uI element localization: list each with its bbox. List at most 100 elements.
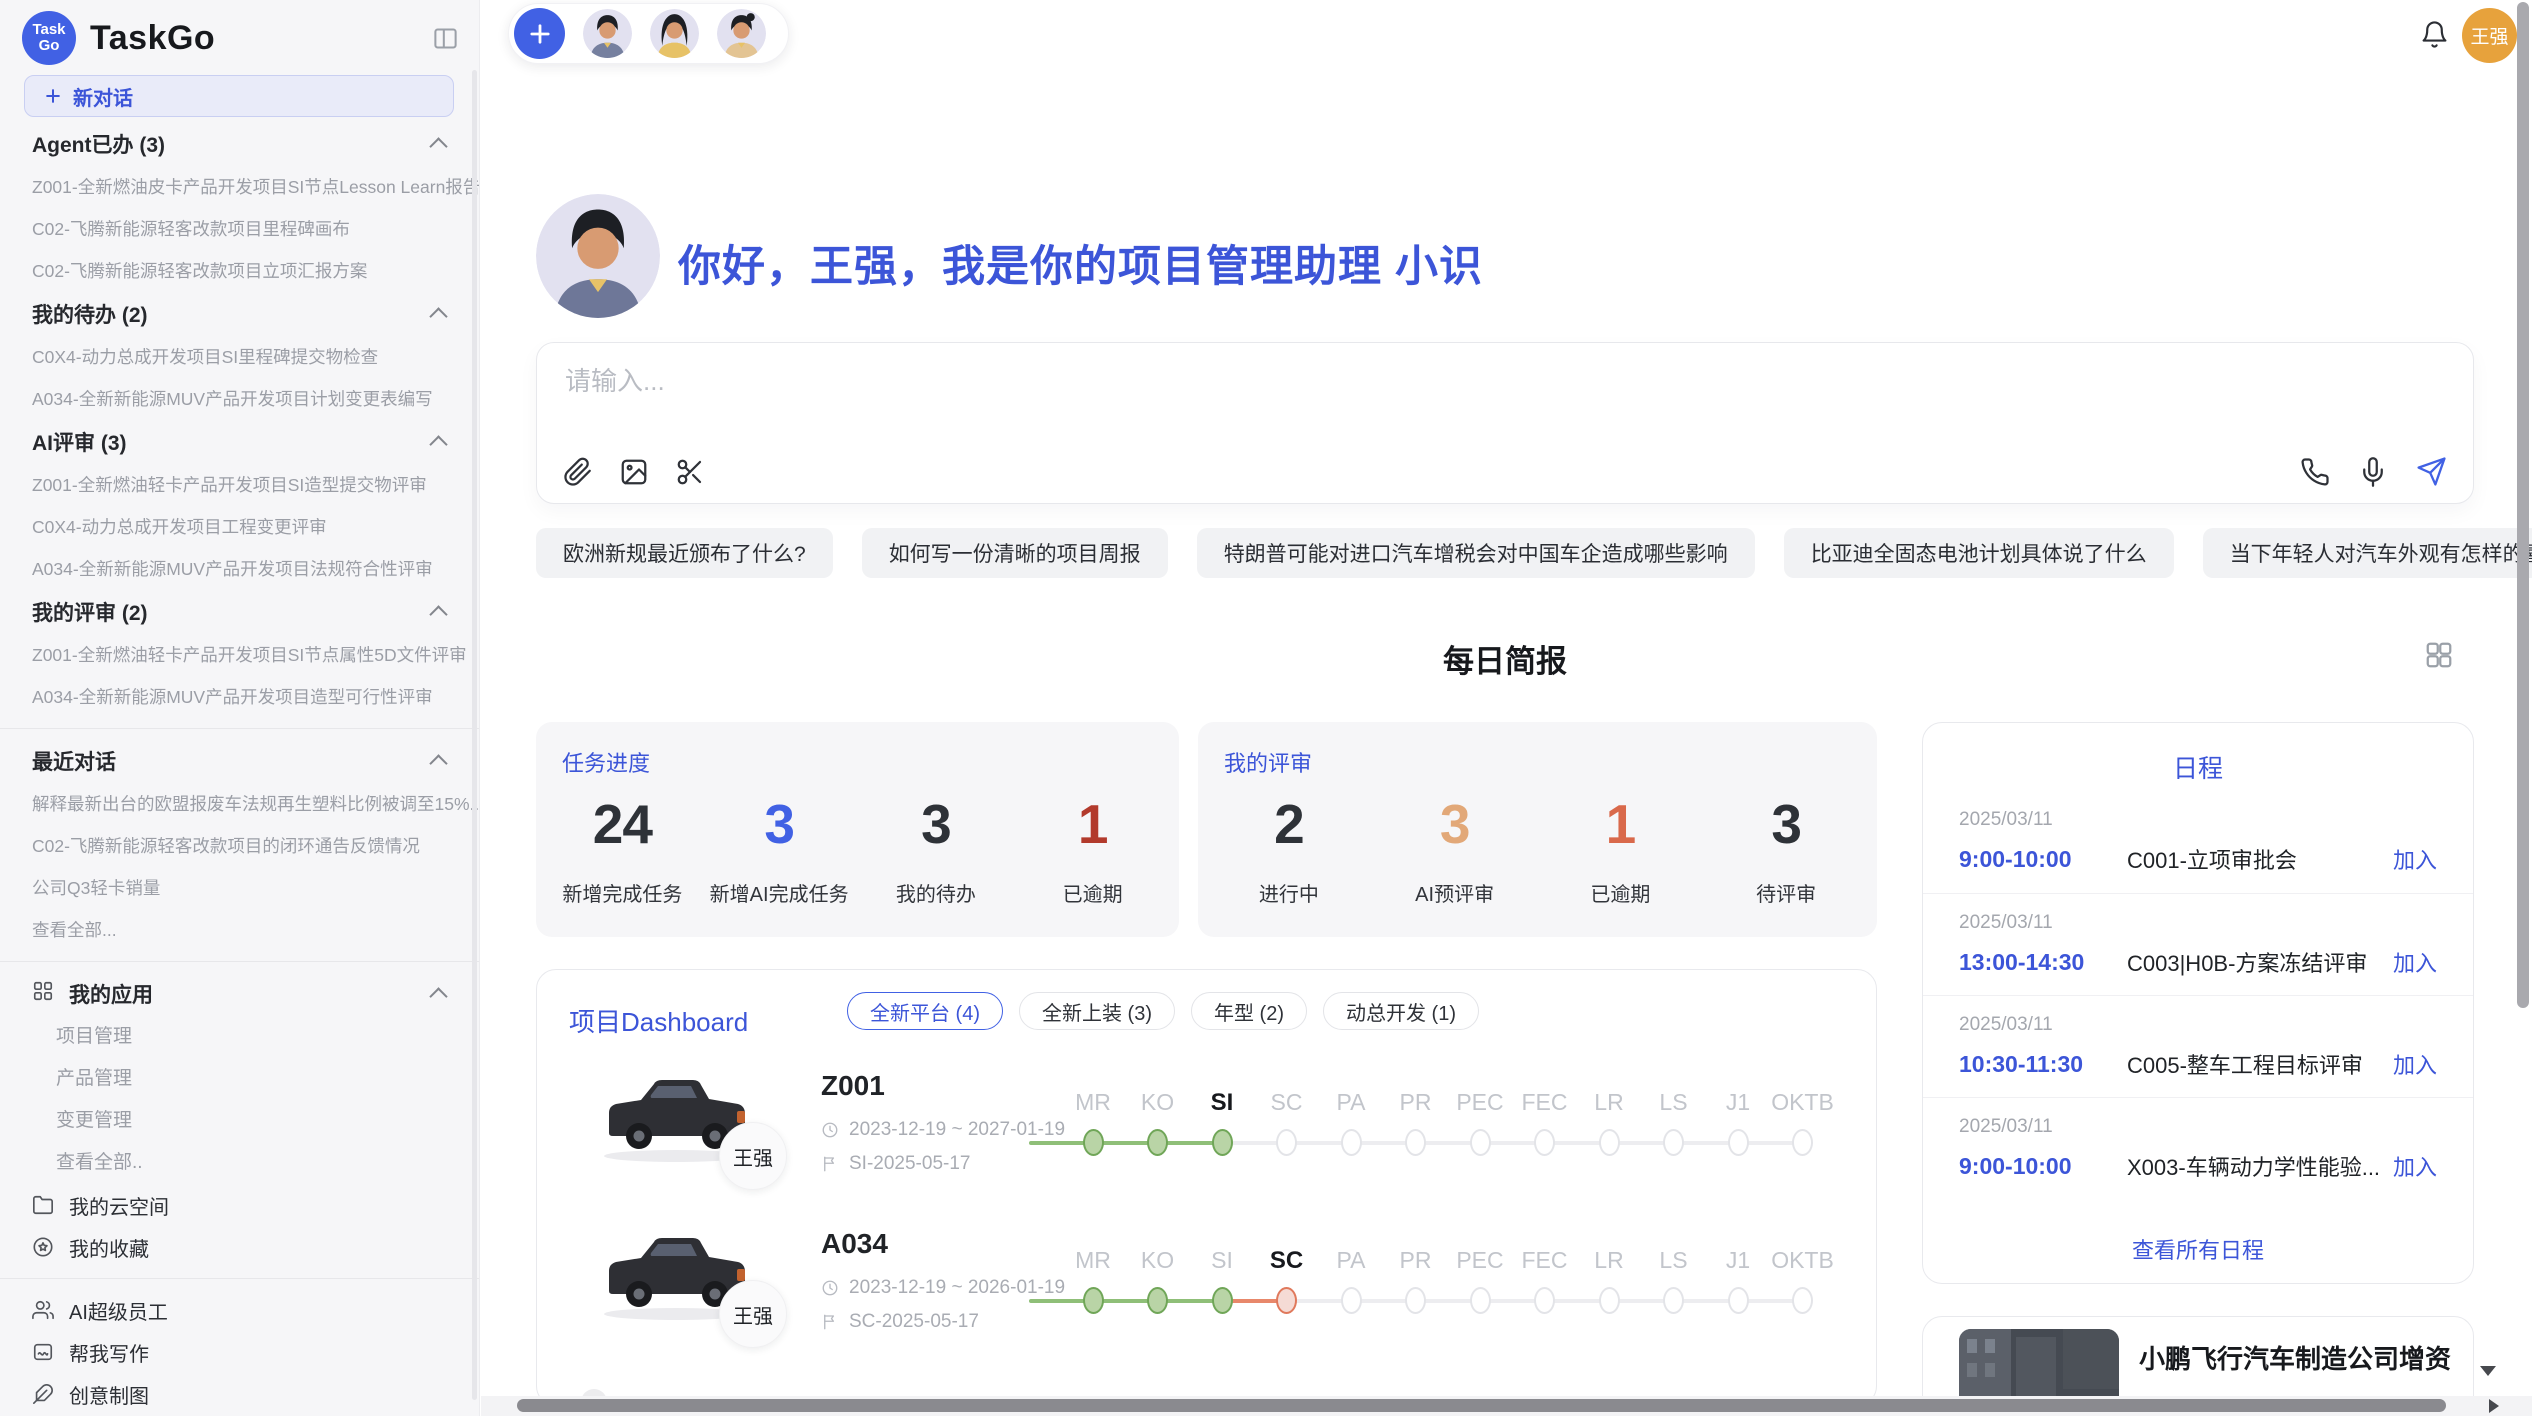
milestone-dot[interactable]: [1083, 1129, 1104, 1156]
recent-chat-item[interactable]: 解释最新出台的欧盟报废车法规再生塑料比例被调至15%...: [0, 783, 479, 825]
recent-chat-item[interactable]: 公司Q3轻卡销量: [0, 867, 479, 909]
avatar[interactable]: [650, 9, 699, 58]
sidebar-section-header[interactable]: 我的待办 (2): [0, 292, 479, 336]
avatar[interactable]: [583, 9, 632, 58]
add-conversation-button[interactable]: [514, 8, 565, 59]
microphone-icon[interactable]: [2358, 457, 2388, 487]
milestone-dot[interactable]: [1599, 1287, 1620, 1314]
milestone-dot[interactable]: [1728, 1287, 1749, 1314]
sidebar-section-header[interactable]: AI评审 (3): [0, 420, 479, 464]
sidebar-item-write[interactable]: 帮我写作: [0, 1331, 479, 1373]
sidebar-scrollbar[interactable]: [472, 70, 477, 1400]
image-icon[interactable]: [619, 457, 649, 487]
suggestion-chip[interactable]: 特朗普可能对进口汽车增税会对中国车企造成哪些影响: [1197, 528, 1755, 578]
view-all-schedule-link[interactable]: 查看所有日程: [1923, 1233, 2473, 1265]
milestone-dot[interactable]: [1534, 1129, 1555, 1156]
notifications-bell-icon[interactable]: [2420, 20, 2449, 49]
milestone-dot[interactable]: [1341, 1287, 1362, 1314]
stat-label: AI预评审: [1372, 878, 1538, 907]
stat-value: 1: [1538, 792, 1704, 856]
suggestion-chip[interactable]: 如何写一份清晰的项目周报: [862, 528, 1168, 578]
sidebar-item[interactable]: C0X4-动力总成开发项目SI里程碑提交物检查: [0, 336, 479, 378]
milestone-dot[interactable]: [1147, 1287, 1168, 1314]
milestone-dot[interactable]: [1405, 1287, 1426, 1314]
milestone-dot[interactable]: [1276, 1129, 1297, 1156]
sidebar-section-header[interactable]: 我的评审 (2): [0, 590, 479, 634]
sidebar-item[interactable]: C0X4-动力总成开发项目工程变更评审: [0, 506, 479, 548]
milestone-dot[interactable]: [1470, 1129, 1491, 1156]
milestone-dot[interactable]: [1470, 1287, 1491, 1314]
my-review-title: 我的评审: [1224, 746, 1312, 778]
schedule-item[interactable]: 2025/03/11 9:00-10:00C001-立项审批会加入: [1923, 791, 2473, 893]
scroll-down-arrow-icon[interactable]: [2480, 1366, 2496, 1376]
milestone-dot[interactable]: [1792, 1129, 1813, 1156]
join-button[interactable]: 加入: [2393, 1048, 2437, 1080]
suggestion-chip[interactable]: 比亚迪全固态电池计划具体说了什么: [1784, 528, 2174, 578]
milestone-dot[interactable]: [1663, 1129, 1684, 1156]
suggestion-chips: 欧洲新规最近颁布了什么? 如何写一份清晰的项目周报特朗普可能对进口汽车增税会对中国…: [536, 528, 2474, 578]
scissors-icon[interactable]: [675, 457, 705, 487]
avatar[interactable]: [717, 9, 766, 58]
scroll-right-arrow-icon[interactable]: [2489, 1399, 2499, 1413]
dashboard-tab[interactable]: 全新上装 (3): [1019, 992, 1175, 1030]
sidebar-item-quill[interactable]: 创意制图: [0, 1373, 479, 1415]
user-avatar[interactable]: 王强: [2462, 8, 2517, 63]
sidebar-item[interactable]: C02-飞腾新能源轻客改款项目里程碑画布: [0, 208, 479, 250]
milestone-dot[interactable]: [1147, 1129, 1168, 1156]
dashboard-tab[interactable]: 年型 (2): [1191, 992, 1307, 1030]
milestone-dot[interactable]: [1083, 1287, 1104, 1314]
project-name[interactable]: Z001: [821, 1070, 885, 1102]
sidebar-item-badge[interactable]: 我的收藏: [0, 1226, 479, 1268]
milestone-dot[interactable]: [1792, 1287, 1813, 1314]
milestone-dot[interactable]: [1534, 1287, 1555, 1314]
recent-chat-item[interactable]: C02-飞腾新能源轻客改款项目的闭环通告反馈情况: [0, 825, 479, 867]
dashboard-tab[interactable]: 动总开发 (1): [1323, 992, 1479, 1030]
phone-icon[interactable]: [2300, 457, 2330, 487]
milestone-dot[interactable]: [1341, 1129, 1362, 1156]
suggestion-chip[interactable]: 当下年轻人对汽车外观有怎样的喜好趋势: [2203, 528, 2532, 578]
view-all-recent-link[interactable]: 查看全部...: [0, 909, 479, 951]
schedule-item[interactable]: 2025/03/11 10:30-11:30C005-整车工程目标评审加入: [1923, 995, 2473, 1097]
vertical-scrollbar[interactable]: [2517, 2, 2529, 1008]
sidebar-group-header[interactable]: 我的应用: [0, 972, 479, 1016]
chat-input[interactable]: [563, 359, 2243, 421]
milestone-dot[interactable]: [1599, 1129, 1620, 1156]
flag-icon: [821, 1313, 839, 1331]
sidebar-item[interactable]: Z001-全新燃油轻卡产品开发项目SI造型提交物评审: [0, 464, 479, 506]
join-button[interactable]: 加入: [2393, 1150, 2437, 1182]
milestone-dot[interactable]: [1276, 1287, 1297, 1314]
milestone-dot[interactable]: [1728, 1129, 1749, 1156]
dashboard-tab[interactable]: 全新平台 (4): [847, 992, 1003, 1030]
milestone-dot[interactable]: [1212, 1129, 1233, 1156]
horizontal-scrollbar[interactable]: [517, 1399, 2446, 1412]
sidebar-item[interactable]: C02-飞腾新能源轻客改款项目立项汇报方案: [0, 250, 479, 292]
sidebar-item[interactable]: A034-全新新能源MUV产品开发项目计划变更表编写: [0, 378, 479, 420]
sidebar-item-people[interactable]: AI超级员工: [0, 1289, 479, 1331]
app-logo: Task Go: [22, 11, 76, 65]
sidebar-item[interactable]: A034-全新新能源MUV产品开发项目法规符合性评审: [0, 548, 479, 590]
sidebar-section-header[interactable]: 最近对话: [0, 739, 479, 783]
join-button[interactable]: 加入: [2393, 946, 2437, 978]
app-item[interactable]: 项目管理: [0, 1016, 479, 1058]
schedule-item[interactable]: 2025/03/11 9:00-10:00X003-车辆动力学性能验...加入: [1923, 1097, 2473, 1199]
new-chat-button[interactable]: 新对话: [24, 75, 454, 117]
suggestion-chip[interactable]: 欧洲新规最近颁布了什么?: [536, 528, 833, 578]
sidebar-item[interactable]: Z001-全新燃油皮卡产品开发项目SI节点Lesson Learn报告: [0, 166, 479, 208]
paperclip-icon[interactable]: [563, 457, 593, 487]
layout-grid-icon[interactable]: [2424, 640, 2454, 670]
schedule-item[interactable]: 2025/03/11 13:00-14:30C003|H0B-方案冻结评审加入: [1923, 893, 2473, 995]
sidebar-item[interactable]: Z001-全新燃油轻卡产品开发项目SI节点属性5D文件评审: [0, 634, 479, 676]
milestone-dot[interactable]: [1212, 1287, 1233, 1314]
project-name[interactable]: A034: [821, 1228, 888, 1260]
sidebar-collapse-icon[interactable]: [432, 25, 459, 52]
milestone-dot[interactable]: [1405, 1129, 1426, 1156]
sidebar-item[interactable]: A034-全新新能源MUV产品开发项目造型可行性评审: [0, 676, 479, 718]
sidebar-section-header[interactable]: Agent已办 (3): [0, 122, 479, 166]
app-item[interactable]: 变更管理: [0, 1100, 479, 1142]
join-button[interactable]: 加入: [2393, 843, 2437, 875]
milestone-dot[interactable]: [1663, 1287, 1684, 1314]
app-item[interactable]: 产品管理: [0, 1058, 479, 1100]
view-all-apps-link[interactable]: 查看全部..: [0, 1142, 479, 1184]
send-icon[interactable]: [2416, 456, 2447, 487]
sidebar-item-folder[interactable]: 我的云空间: [0, 1184, 479, 1226]
